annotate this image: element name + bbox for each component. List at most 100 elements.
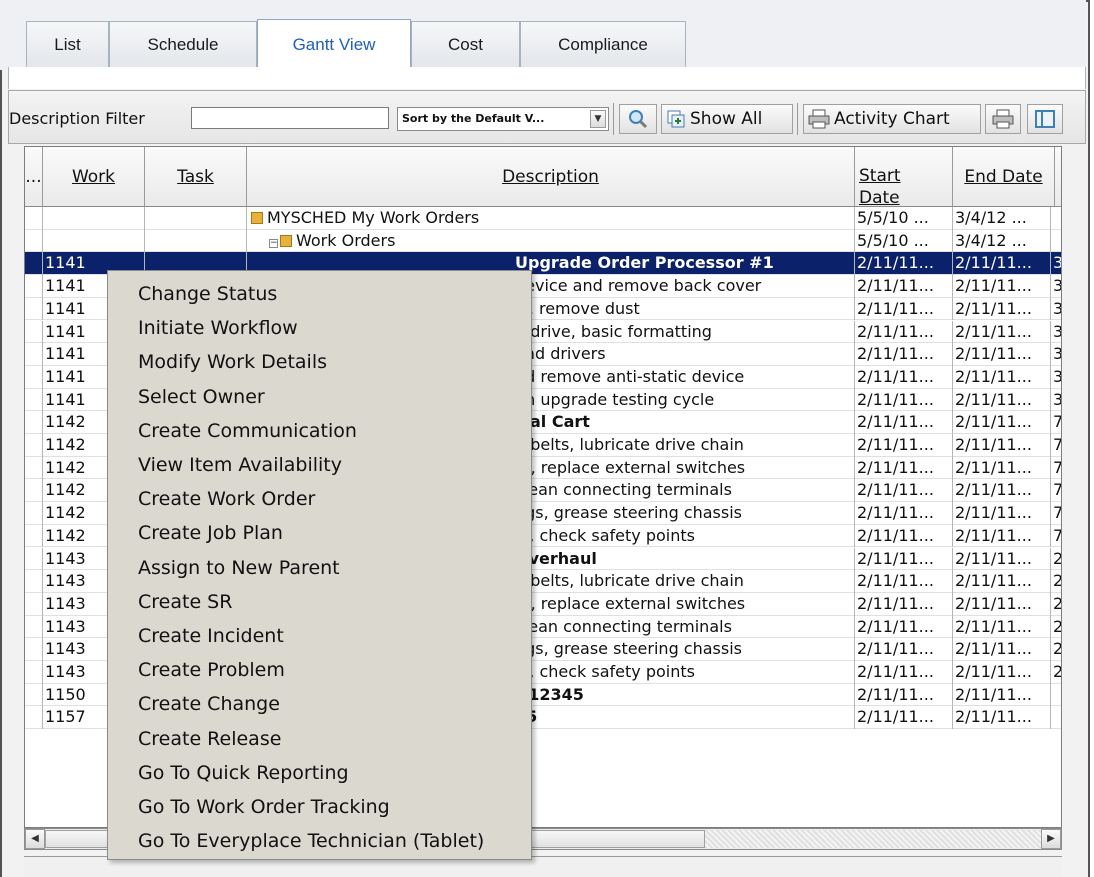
panel-layout-icon [1035,110,1055,128]
cell-end-date: 2/11/11... [953,524,1051,548]
table-row[interactable]: − Work Orders 5/5/10 ... 3/4/12 ... [25,229,1061,253]
cell-spacer [25,365,43,389]
cell-start-date: 2/11/11... [855,502,953,525]
cell-start-date: 2/11/11... [855,320,953,344]
description-text: m, replace external switches [515,593,746,613]
tab-cost[interactable]: Cost [411,21,520,67]
cell-start-date: 2/11/11... [855,388,953,412]
cell-extra: 3 [1051,252,1061,275]
cell-description: − Work Orders [247,229,855,253]
cell-extra: 2 [1051,570,1061,593]
cell-task [145,229,247,253]
tab-compliance[interactable]: Compliance [520,21,686,67]
cell-spacer [25,229,43,253]
menu-item[interactable]: Create Incident [138,625,284,647]
description-text: ngs, grease steering chassis [515,639,742,659]
cell-spacer [25,456,43,480]
column-header-end-date[interactable]: End Date [953,147,1055,207]
print-button[interactable] [985,104,1021,134]
cell-end-date: 2/11/11... [953,388,1051,412]
search-button[interactable] [619,104,657,134]
column-header-work[interactable]: Work [43,147,145,207]
tab-label: List [54,34,81,54]
table-row[interactable]: MYSCHED My Work Orders 5/5/10 ... 3/4/12 .… [25,207,1061,230]
scroll-left-icon[interactable]: ◀ [25,829,45,849]
column-header-start-date[interactable]: Start Date [855,147,953,208]
menu-item[interactable]: Create Change [138,693,280,715]
cell-spacer [25,479,43,503]
menu-item[interactable]: Modify Work Details [138,351,327,373]
cell-spacer [25,570,43,593]
cell-extra: 2 [1051,593,1061,616]
cell-spacer [25,502,43,525]
cell-extra [1051,684,1061,707]
description-filter-input[interactable] [191,107,389,129]
menu-item[interactable]: Create SR [138,591,232,613]
description-text: MYSCHED My Work Orders [267,208,480,227]
cell-end-date: 2/11/11... [953,479,1051,503]
activity-chart-button[interactable]: Activity Chart [803,104,981,134]
scroll-track[interactable] [705,830,1041,848]
cell-extra: 7 [1051,457,1061,480]
menu-item[interactable]: Create Work Order [138,488,315,510]
menu-item[interactable]: Create Communication [138,420,357,442]
cell-start-date: 2/11/11... [855,479,953,503]
show-all-label: Show All [690,109,763,129]
cell-end-date: 2/11/11... [953,570,1051,593]
description-text: n belts, lubricate drive chain [515,435,744,454]
folder-icon [280,234,292,247]
tab-schedule[interactable]: Schedule [109,21,257,67]
column-header-label: End Date [964,167,1043,187]
cell-start-date: 2/11/11... [855,615,953,639]
column-header-label: Work [71,167,116,187]
tab-label: Gantt View [292,34,376,54]
menu-item[interactable]: Create Problem [138,659,285,681]
cell-start-date: 2/11/11... [855,683,953,707]
menu-item[interactable]: Change Status [138,283,277,305]
cell-start-date: 2/11/11... [855,547,953,571]
cell-end-date: 2/11/11... [953,615,1051,639]
menu-item[interactable]: Go To Quick Reporting [138,762,349,784]
tab-gantt-view[interactable]: Gantt View [257,19,411,69]
cell-spacer [25,706,43,730]
sort-select[interactable]: Sort by the Default V... ▼ [397,107,609,131]
cell-end-date: 2/11/11... [953,275,1051,298]
cell-end-date: 2/11/11... [953,547,1051,571]
menu-item[interactable]: Assign to New Parent [138,557,340,579]
cell-extra [1051,706,1061,729]
menu-item[interactable]: View Item Availability [138,454,342,476]
cell-start-date: 2/11/11... [855,434,953,457]
menu-item[interactable]: Go To Everyplace Technician (Tablet) [138,830,484,852]
column-header-description[interactable]: Description [247,147,855,207]
printer-chart-icon [808,109,830,129]
layout-button[interactable] [1027,104,1063,134]
menu-item[interactable]: Go To Work Order Tracking [138,796,390,818]
show-all-button[interactable]: Show All [661,104,793,134]
sort-select-value: Sort by the Default V... [402,112,545,125]
cell-spacer [25,388,43,412]
cell-spacer [25,297,43,321]
menu-item[interactable]: Create Job Plan [138,522,283,544]
activity-chart-label: Activity Chart [834,109,950,129]
cell-spacer [25,592,43,616]
toolbar: Description Filter Sort by the Default V… [8,90,1086,144]
tab-list[interactable]: List [26,21,109,67]
collapse-icon[interactable]: − [269,238,278,248]
scroll-right-icon[interactable]: ▶ [1041,829,1061,849]
cell-end-date: 3/4/12 ... [953,229,1051,253]
column-header-more[interactable]: ... [25,147,43,207]
column-header-task[interactable]: Task [145,147,247,207]
cell-task [145,207,247,230]
cell-extra: 3 [1051,389,1061,412]
menu-item[interactable]: Create Release [138,728,281,750]
cell-end-date: 2/11/11... [953,411,1051,434]
cell-spacer [25,411,43,434]
chevron-down-icon[interactable]: ▼ [590,110,606,128]
cell-start-date: 2/11/11... [855,524,953,548]
grid-header: ... Work Task Description Start Date End… [25,147,1061,208]
divider [613,103,614,135]
menu-item[interactable]: Initiate Workflow [138,317,298,339]
menu-item[interactable]: Select Owner [138,386,265,408]
cell-start-date: 2/11/11... [855,456,953,480]
cell-extra: 3 [1051,298,1061,321]
